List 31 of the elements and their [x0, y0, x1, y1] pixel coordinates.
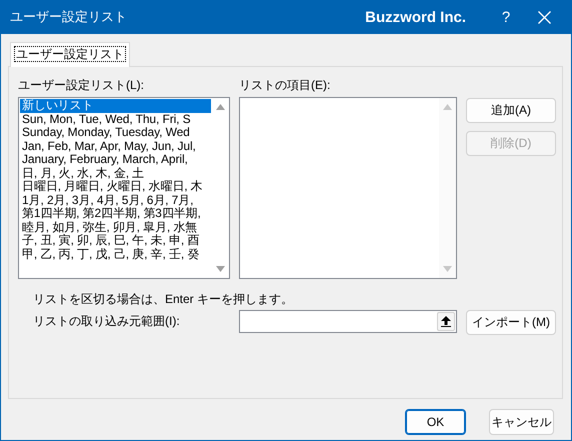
list-item[interactable]: 日曜日, 月曜日, 火曜日, 水曜日, 木	[20, 180, 211, 194]
collapse-button[interactable]	[437, 312, 455, 331]
list-item[interactable]: Sun, Mon, Tue, Wed, Thu, Fri, S	[20, 112, 211, 126]
tab[interactable]: ユーザー設定リスト	[10, 42, 130, 67]
list-item[interactable]: 第1四半期, 第2四半期, 第3四半期,	[20, 207, 211, 220]
import-label: リストの取り込み元範囲(I):	[32, 313, 181, 330]
list-item[interactable]: Jan, Feb, Mar, Apr, May, Jun, Jul,	[20, 140, 211, 153]
help-button[interactable]: ?	[496, 8, 516, 26]
brand-name: Buzzword Inc.	[365, 8, 466, 26]
list-item[interactable]: 睦月, 如月, 弥生, 卯月, 皐月, 水無	[20, 220, 211, 234]
entries-label: リストの項目(E):	[239, 77, 332, 94]
ok-button[interactable]: OK	[405, 409, 466, 435]
custom-lists-box[interactable]	[18, 97, 230, 279]
list-item[interactable]: 甲, 乙, 丙, 丁, 戊, 己, 庚, 辛, 壬, 癸	[20, 248, 211, 261]
list-label: ユーザー設定リスト(L):	[18, 77, 145, 94]
list-item[interactable]: 1月, 2月, 3月, 4月, 5月, 6月, 7月,	[20, 194, 211, 207]
upload-arrow-icon	[441, 316, 451, 327]
import-button[interactable]: インポート(M)	[466, 310, 556, 335]
window-title: ユーザー設定リスト	[10, 8, 128, 26]
add-button[interactable]: 追加(A)	[466, 98, 556, 123]
scroll-up-icon[interactable]	[216, 104, 225, 110]
list-item[interactable]: 子, 丑, 寅, 卯, 辰, 巳, 午, 未, 申, 酉	[20, 234, 211, 248]
list-item[interactable]: January, February, March, April,	[20, 153, 211, 166]
list-item[interactable]: 新しいリスト	[20, 99, 211, 112]
list-item[interactable]: 日, 月, 火, 水, 木, 金, 土	[20, 166, 211, 180]
hint-text: リストを区切る場合は、Enter キーを押します。	[32, 291, 294, 308]
scroll-down-icon[interactable]	[216, 266, 225, 272]
list-item[interactable]: Sunday, Monday, Tuesday, Wed	[20, 126, 211, 140]
close-icon[interactable]	[538, 10, 551, 24]
range-input-field[interactable]	[239, 310, 457, 333]
cancel-button[interactable]: キャンセル	[489, 409, 554, 435]
